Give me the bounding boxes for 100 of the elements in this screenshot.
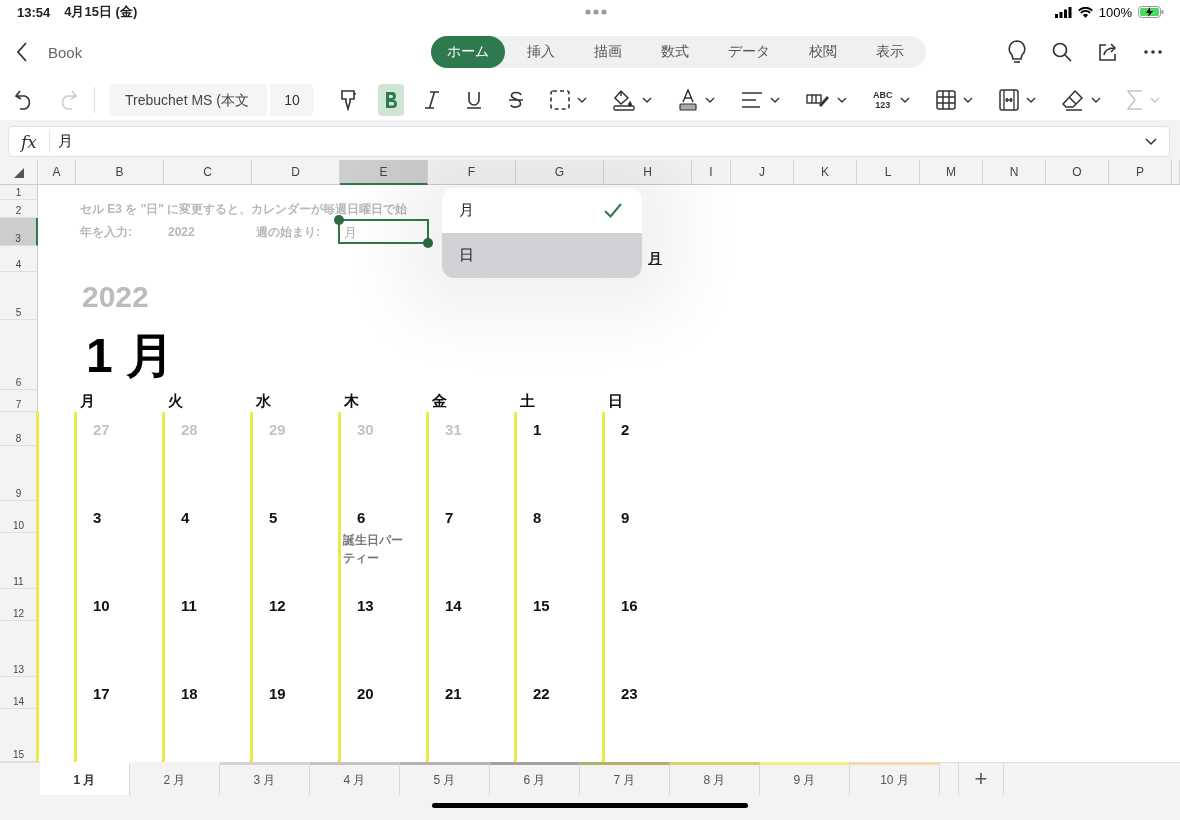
sheet-tab[interactable]: 9 月 <box>760 762 850 795</box>
battery-charging-icon <box>1138 6 1164 18</box>
column-header[interactable]: I <box>692 160 731 185</box>
column-header[interactable]: A <box>38 160 76 185</box>
row-header[interactable]: 8 <box>0 412 38 446</box>
column-header[interactable]: O <box>1046 160 1109 185</box>
table-pencil-icon[interactable] <box>806 91 830 109</box>
dashed-square-icon[interactable] <box>550 90 570 110</box>
row-header[interactable]: 9 <box>0 446 38 501</box>
share-icon[interactable] <box>1098 42 1118 62</box>
caret-icon[interactable] <box>962 97 973 103</box>
row-header[interactable]: 10 <box>0 501 38 533</box>
sheet-tab[interactable]: 7 月 <box>580 762 670 795</box>
column-header[interactable]: N <box>983 160 1046 185</box>
font-name-field[interactable]: Trebuchet MS (本文 <box>109 84 267 116</box>
sheet-tab[interactable]: 5 月 <box>400 762 490 795</box>
selection-handle[interactable] <box>423 238 433 248</box>
ribbon-tab[interactable]: ホーム <box>430 36 505 68</box>
caret-icon[interactable] <box>1025 97 1036 103</box>
sheet-tab[interactable]: 1 月 <box>40 762 130 795</box>
column-header[interactable]: F <box>428 160 516 185</box>
date-number: 8 <box>532 508 542 526</box>
back-button[interactable]: Book <box>16 42 346 62</box>
align-left-icon[interactable] <box>741 91 763 109</box>
month-heading: 1 月 <box>85 328 175 384</box>
row-header[interactable]: 12 <box>0 589 38 621</box>
row-header[interactable]: 1 <box>0 185 38 200</box>
row-header[interactable]: 13 <box>0 621 38 677</box>
function-label[interactable]: fx <box>9 131 49 152</box>
column-header[interactable]: P <box>1109 160 1172 185</box>
row-header[interactable]: 14 <box>0 677 38 709</box>
bold-icon[interactable] <box>384 91 398 109</box>
sheet-tab[interactable]: 2 月 <box>130 762 220 795</box>
number-button[interactable]: ABC 123 <box>867 84 916 116</box>
column-header[interactable]: H <box>604 160 692 185</box>
year-value: 2022 <box>167 225 195 239</box>
column-header[interactable]: L <box>857 160 920 185</box>
ribbon-tab[interactable]: 数式 <box>643 36 706 68</box>
row-header[interactable]: 4 <box>0 246 38 272</box>
column-header[interactable]: M <box>920 160 983 185</box>
date-number: 28 <box>180 420 198 438</box>
dropdown-option[interactable]: 日 <box>442 233 642 278</box>
italic-icon[interactable] <box>424 91 440 109</box>
font-color-icon[interactable] <box>678 89 698 111</box>
ribbon-tab[interactable]: 校閲 <box>791 36 854 68</box>
column-header[interactable]: C <box>164 160 252 185</box>
caret-icon[interactable] <box>705 97 715 103</box>
multitask-dots-icon[interactable] <box>585 9 607 15</box>
underline-icon[interactable] <box>466 91 482 109</box>
back-chevron-icon[interactable] <box>16 42 28 62</box>
column-width-icon[interactable] <box>998 89 1019 111</box>
weekday-header: 木 <box>343 391 359 411</box>
column-header[interactable]: G <box>516 160 604 185</box>
sheet-tab[interactable]: 8 月 <box>670 762 760 795</box>
selection-handle[interactable] <box>334 215 344 225</box>
add-sheet-button[interactable]: + <box>958 763 1004 795</box>
date-number: 19 <box>268 684 286 702</box>
ribbon-tab[interactable]: データ <box>710 36 787 68</box>
column-header[interactable]: J <box>731 160 794 185</box>
formula-bar[interactable]: fx 月 <box>8 126 1170 157</box>
select-all-icon[interactable] <box>13 168 24 178</box>
weekday-header: 水 <box>255 391 271 411</box>
row-header[interactable]: 11 <box>0 533 38 589</box>
column-header[interactable]: E <box>340 160 428 185</box>
strikethrough-icon[interactable] <box>508 91 524 109</box>
row-header[interactable]: 15 <box>0 709 38 762</box>
dropdown-option[interactable]: 月 <box>442 188 642 233</box>
search-icon[interactable] <box>1052 42 1072 62</box>
ribbon-tab[interactable]: 表示 <box>858 36 921 68</box>
grid-icon[interactable] <box>935 90 956 110</box>
sheet-tab[interactable]: 3 月 <box>220 762 310 795</box>
bold-button[interactable] <box>378 84 404 116</box>
row-header[interactable]: 5 <box>0 272 38 320</box>
expand-chevron-icon[interactable] <box>1145 137 1157 146</box>
sheet-tab[interactable]: 6 月 <box>490 762 580 795</box>
column-header[interactable]: K <box>794 160 857 185</box>
row-header[interactable]: 3 <box>0 218 38 246</box>
date-number: 22 <box>532 684 550 702</box>
caret-icon[interactable] <box>577 97 587 103</box>
ribbon-tab[interactable]: 挿入 <box>509 36 572 68</box>
lightbulb-icon[interactable] <box>1008 40 1026 64</box>
ribbon-tab[interactable]: 描画 <box>576 36 639 68</box>
caret-icon[interactable] <box>899 97 910 103</box>
row-header[interactable]: 6 <box>0 320 38 390</box>
column-header[interactable]: B <box>76 160 164 185</box>
row-header[interactable]: 7 <box>0 390 38 412</box>
column-header[interactable]: D <box>252 160 340 185</box>
month-link[interactable]: 月 <box>648 250 662 268</box>
font-size-field[interactable]: 10 <box>270 84 314 116</box>
caret-icon[interactable] <box>1090 97 1101 103</box>
row-header[interactable]: 2 <box>0 200 38 218</box>
caret-icon[interactable] <box>642 97 652 103</box>
caret-icon[interactable] <box>837 97 847 103</box>
paint-bucket-icon[interactable] <box>613 89 635 111</box>
paintbrush-icon[interactable] <box>340 89 358 111</box>
caret-icon[interactable] <box>770 97 780 103</box>
sheet-tab[interactable]: 10 月 <box>850 762 940 795</box>
eraser-icon[interactable] <box>1061 89 1084 111</box>
more-icon[interactable] <box>1144 50 1162 54</box>
sheet-tab[interactable]: 4 月 <box>310 762 400 795</box>
